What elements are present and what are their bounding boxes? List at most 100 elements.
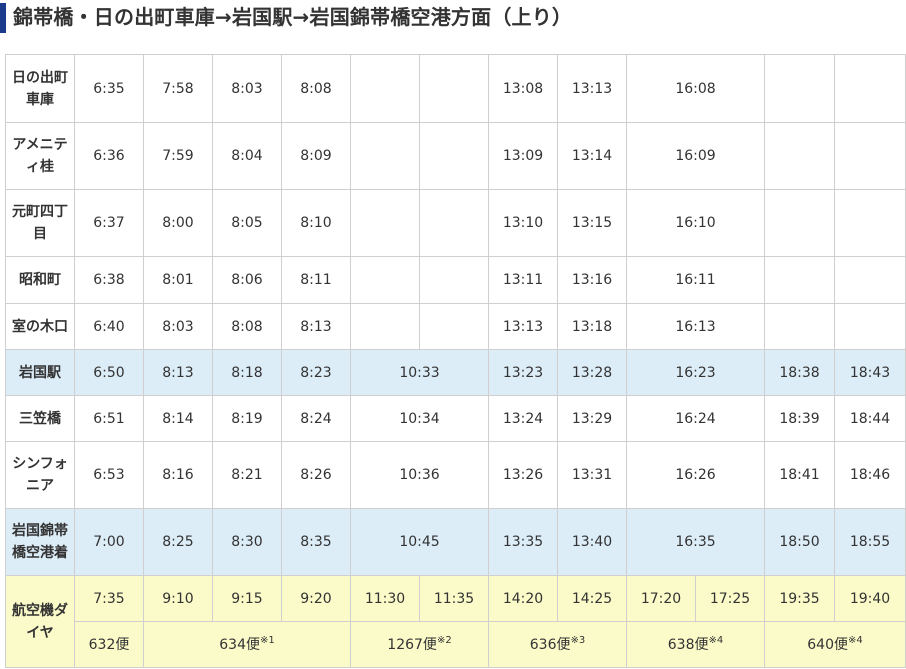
footnote-mark: ※1	[259, 634, 275, 646]
flight-number: 632便	[88, 636, 130, 653]
departure-time-cell: 18:50	[764, 508, 836, 576]
stop-name: 岩国駅	[5, 349, 75, 396]
departure-time-cell: 13:08	[488, 54, 558, 123]
departure-time-cell: 8:11	[281, 256, 351, 304]
departure-time-cell	[834, 54, 906, 123]
departure-time-cell: 7:58	[143, 54, 213, 123]
departure-time-cell	[419, 54, 489, 123]
stop-name: 岩国錦帯橋空港着	[5, 508, 75, 576]
flight-time-cell: 19:35	[764, 575, 836, 622]
page-title-bar: 錦帯橋・日の出町車庫→岩国駅→岩国錦帯橋空港方面（上り）	[0, 0, 906, 38]
flight-number: 638便	[667, 636, 709, 653]
departure-time-cell: 13:16	[557, 256, 627, 304]
departure-time-cell: 13:31	[557, 441, 627, 509]
timetable-row: 昭和町 6:38 8:01 8:06 8:11 13:11 13:16 16:11	[5, 256, 906, 304]
departure-time-cell	[350, 303, 420, 350]
departure-time-cell: 8:18	[212, 349, 282, 396]
departure-time-cell: 13:23	[488, 349, 558, 396]
timetable-row: 岩国駅 6:50 8:13 8:18 8:23 10:33 13:23 13:28 16:23 1…	[5, 349, 906, 396]
departure-time-cell: 10:34	[350, 395, 489, 442]
stop-name: 室の木口	[5, 303, 75, 350]
departure-time-cell: 10:45	[350, 508, 489, 576]
flight-time-cell: 17:25	[694, 575, 766, 622]
departure-time-cell: 8:13	[281, 303, 351, 350]
flight-number: 634便	[219, 636, 260, 653]
departure-time-cell: 8:00	[143, 189, 213, 257]
flight-time-cell: 14:25	[557, 575, 627, 622]
flight-number-cell: 640便※4	[764, 621, 906, 668]
departure-time-cell: 8:35	[281, 508, 351, 576]
departure-time-cell: 8:05	[212, 189, 282, 257]
departure-time-cell: 8:03	[212, 54, 282, 123]
departure-time-cell	[764, 303, 836, 350]
departure-time-cell: 8:03	[143, 303, 213, 350]
departure-time-cell: 13:14	[557, 122, 627, 190]
departure-time-cell: 6:53	[74, 441, 144, 509]
flight-schedule-label: 航空機ダイヤ	[5, 575, 75, 668]
departure-time-cell: 8:26	[281, 441, 351, 509]
departure-time-cell	[834, 122, 906, 190]
departure-time-cell: 8:04	[212, 122, 282, 190]
departure-time-cell: 8:25	[143, 508, 213, 576]
flight-time-cell: 9:15	[212, 575, 282, 622]
timetable-row: シンフォニア 6:53 8:16 8:21 8:26 10:36 13:26 13:31 16:…	[5, 441, 906, 509]
departure-time-cell	[419, 122, 489, 190]
flight-time-cell: 9:10	[143, 575, 213, 622]
departure-time-cell: 16:23	[625, 349, 766, 396]
departure-time-cell: 13:28	[557, 349, 627, 396]
departure-time-cell: 8:01	[143, 256, 213, 304]
footnote-mark: ※4	[848, 634, 863, 646]
flight-number-cell: 1267便※2	[350, 621, 489, 668]
flight-time-cell: 9:20	[281, 575, 351, 622]
flight-number-cell: 636便※3	[488, 621, 627, 668]
departure-time-cell: 10:36	[350, 441, 489, 509]
departure-time-cell: 10:33	[350, 349, 489, 396]
departure-time-cell: 18:55	[834, 508, 906, 576]
departure-time-cell	[834, 256, 906, 304]
departure-time-cell: 16:08	[625, 54, 766, 123]
timetable-row: 岩国錦帯橋空港着 7:00 8:25 8:30 8:35 10:45 13:35 13:40 1…	[5, 508, 906, 576]
flight-time-cell: 11:35	[419, 575, 489, 622]
timetable-row: 元町四丁目 6:37 8:00 8:05 8:10 13:10 13:15 16:10	[5, 189, 906, 257]
departure-time-cell	[764, 54, 836, 123]
timetable: 日の出町車庫 6:35 7:58 8:03 8:08 13:08 13:13 16:08 アメニ…	[5, 54, 906, 668]
stop-name: 三笠橋	[5, 395, 75, 442]
departure-time-cell: 16:10	[625, 189, 766, 257]
departure-time-cell: 18:39	[764, 395, 836, 442]
page-title: 錦帯橋・日の出町車庫→岩国駅→岩国錦帯橋空港方面（上り）	[13, 5, 573, 29]
departure-time-cell: 6:38	[74, 256, 144, 304]
footnote-mark: ※3	[570, 634, 586, 646]
flight-number-cell: 634便※1	[143, 621, 351, 668]
departure-time-cell: 7:59	[143, 122, 213, 190]
flight-number: 1267便	[387, 636, 437, 653]
departure-time-cell: 16:35	[625, 508, 766, 576]
flight-number-cell: 638便※4	[625, 621, 766, 668]
flight-number-cell: 632便	[74, 621, 144, 668]
departure-time-cell: 8:08	[212, 303, 282, 350]
departure-time-cell: 16:09	[625, 122, 766, 190]
departure-time-cell: 13:40	[557, 508, 627, 576]
timetable-row: アメニティ桂 6:36 7:59 8:04 8:09 13:09 13:14 16:09	[5, 122, 906, 190]
departure-time-cell: 6:50	[74, 349, 144, 396]
departure-time-cell: 7:00	[74, 508, 144, 576]
departure-time-cell: 13:29	[557, 395, 627, 442]
departure-time-cell: 6:51	[74, 395, 144, 442]
flight-number: 640便	[807, 636, 848, 653]
timetable-row: 室の木口 6:40 8:03 8:08 8:13 13:13 13:18 16:13	[5, 303, 906, 350]
departure-time-cell	[764, 122, 836, 190]
departure-time-cell: 6:36	[74, 122, 144, 190]
departure-time-cell: 18:46	[834, 441, 906, 509]
departure-time-cell: 8:09	[281, 122, 351, 190]
departure-time-cell: 8:14	[143, 395, 213, 442]
departure-time-cell: 13:10	[488, 189, 558, 257]
departure-time-cell: 13:24	[488, 395, 558, 442]
departure-time-cell: 8:21	[212, 441, 282, 509]
departure-time-cell: 6:40	[74, 303, 144, 350]
departure-time-cell: 13:11	[488, 256, 558, 304]
departure-time-cell	[764, 189, 836, 257]
departure-time-cell: 8:24	[281, 395, 351, 442]
departure-time-cell: 13:09	[488, 122, 558, 190]
flight-time-cell: 14:20	[488, 575, 558, 622]
departure-time-cell: 8:10	[281, 189, 351, 257]
stop-name: 日の出町車庫	[5, 54, 75, 123]
